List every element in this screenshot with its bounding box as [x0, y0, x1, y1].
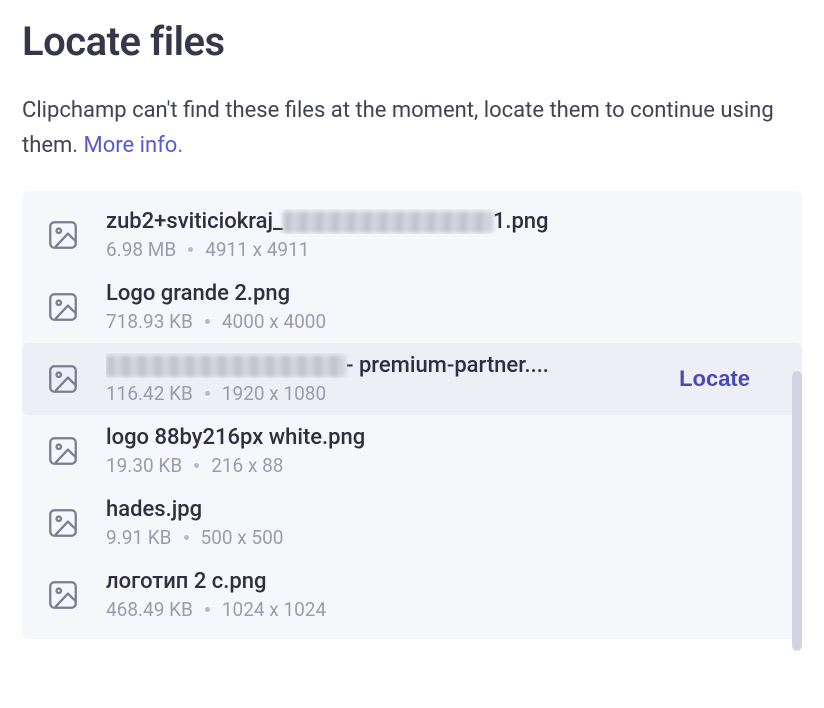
file-info: Logo grande 2.png 718.93 KB 4000 x 4000 — [106, 281, 780, 333]
file-name: zub2+sviticiokraj_ 1.png — [106, 209, 780, 234]
file-name: логотип 2 c.png — [106, 569, 780, 594]
file-row[interactable]: hades.jpg 9.91 KB 500 x 500 — [22, 487, 802, 559]
file-name-suffix: - premium-partner.... — [346, 353, 549, 378]
file-info: hades.jpg 9.91 KB 500 x 500 — [106, 497, 780, 549]
file-meta: 468.49 KB 1024 x 1024 — [106, 598, 780, 621]
image-file-icon — [44, 216, 82, 254]
redacted-text — [106, 355, 346, 377]
file-size: 9.91 KB — [106, 526, 172, 549]
file-name-suffix: 1.png — [493, 209, 549, 234]
file-row[interactable]: - premium-partner.... 116.42 KB 1920 x 108… — [22, 343, 802, 415]
file-size: 468.49 KB — [106, 598, 193, 621]
locate-button[interactable]: Locate — [669, 360, 760, 398]
file-meta: 116.42 KB 1920 x 1080 — [106, 382, 645, 405]
separator-dot — [205, 391, 210, 396]
file-size: 116.42 KB — [106, 382, 193, 405]
file-name-prefix: zub2+sviticiokraj_ — [106, 209, 283, 234]
file-name: Logo grande 2.png — [106, 281, 780, 306]
file-dimensions: 216 x 88 — [211, 454, 283, 477]
file-name: hades.jpg — [106, 497, 780, 522]
file-meta: 6.98 MB 4911 x 4911 — [106, 238, 780, 261]
image-file-icon — [44, 360, 82, 398]
page-title: Locate files — [22, 18, 802, 65]
file-list: zub2+sviticiokraj_ 1.png 6.98 MB 4911 x 49… — [22, 191, 802, 639]
file-name: logo 88by216px white.png — [106, 425, 780, 450]
separator-dot — [184, 535, 189, 540]
file-dimensions: 1920 x 1080 — [222, 382, 326, 405]
locate-files-dialog: Locate files Clipchamp can't find these … — [0, 0, 824, 657]
file-dimensions: 500 x 500 — [201, 526, 284, 549]
file-size: 19.30 KB — [106, 454, 182, 477]
image-file-icon — [44, 288, 82, 326]
more-info-link[interactable]: More info. — [84, 133, 184, 158]
separator-dot — [205, 607, 210, 612]
file-info: zub2+sviticiokraj_ 1.png 6.98 MB 4911 x 49… — [106, 209, 780, 261]
file-info: - premium-partner.... 116.42 KB 1920 x 108… — [106, 353, 645, 405]
file-meta: 9.91 KB 500 x 500 — [106, 526, 780, 549]
image-file-icon — [44, 432, 82, 470]
scrollbar-thumb[interactable] — [792, 371, 802, 651]
file-row[interactable]: zub2+sviticiokraj_ 1.png 6.98 MB 4911 x 49… — [22, 199, 802, 271]
file-dimensions: 4911 x 4911 — [205, 238, 309, 261]
redacted-text — [283, 211, 493, 233]
file-meta: 19.30 KB 216 x 88 — [106, 454, 780, 477]
file-name-prefix: Logo grande 2.png — [106, 281, 290, 306]
file-row[interactable]: Logo grande 2.png 718.93 KB 4000 x 4000 — [22, 271, 802, 343]
image-file-icon — [44, 504, 82, 542]
file-size: 6.98 MB — [106, 238, 176, 261]
separator-dot — [205, 319, 210, 324]
file-size: 718.93 KB — [106, 310, 193, 333]
separator-dot — [188, 247, 193, 252]
file-name: - premium-partner.... — [106, 353, 645, 378]
file-meta: 718.93 KB 4000 x 4000 — [106, 310, 780, 333]
file-info: логотип 2 c.png 468.49 KB 1024 x 1024 — [106, 569, 780, 621]
file-dimensions: 1024 x 1024 — [222, 598, 326, 621]
file-name-prefix: logo 88by216px white.png — [106, 425, 365, 450]
separator-dot — [194, 463, 199, 468]
file-row[interactable]: логотип 2 c.png 468.49 KB 1024 x 1024 — [22, 559, 802, 631]
file-row[interactable]: logo 88by216px white.png 19.30 KB 216 x 88 — [22, 415, 802, 487]
file-name-prefix: hades.jpg — [106, 497, 202, 522]
file-name-prefix: логотип 2 c.png — [106, 569, 267, 594]
description-text: Clipchamp can't find these files at the … — [22, 93, 802, 163]
image-file-icon — [44, 576, 82, 614]
file-dimensions: 4000 x 4000 — [222, 310, 326, 333]
file-info: logo 88by216px white.png 19.30 KB 216 x 88 — [106, 425, 780, 477]
